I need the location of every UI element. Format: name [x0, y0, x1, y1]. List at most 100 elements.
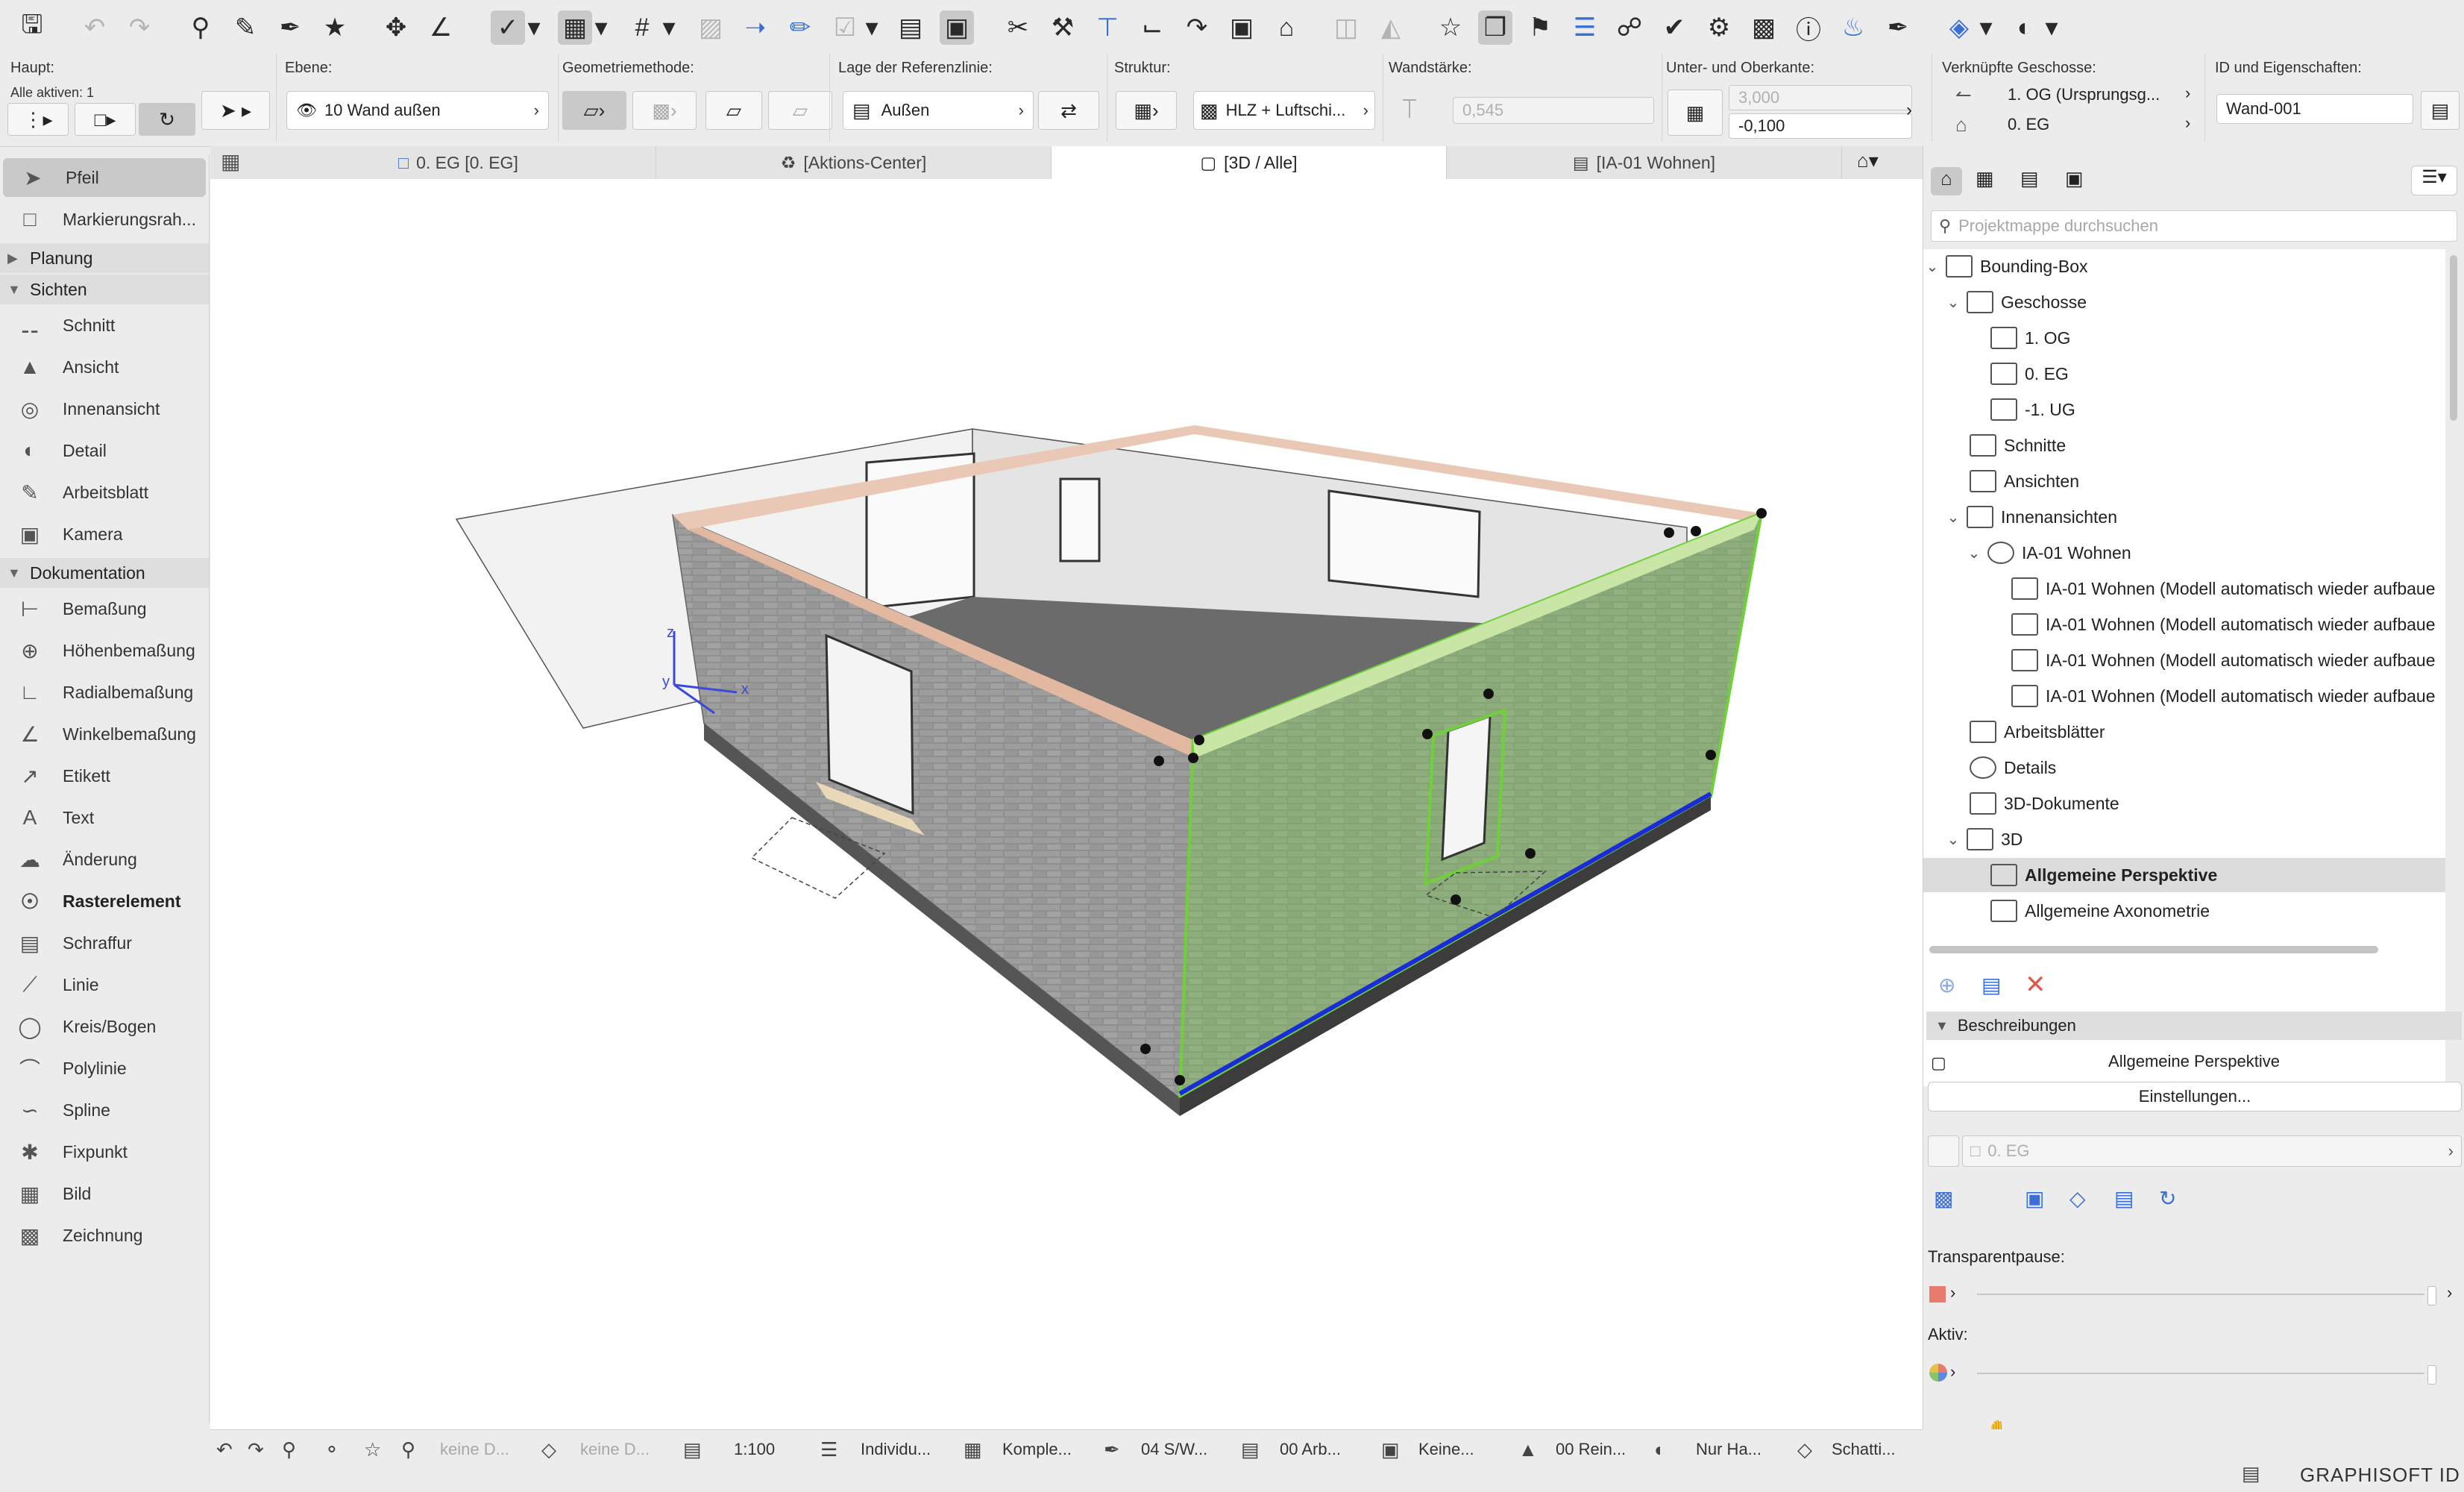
pen-set-icon[interactable]: ✒ [1104, 1432, 1128, 1467]
tool-linie[interactable]: ⟋ Linie [0, 965, 209, 1004]
intersect-icon[interactable]: ⊤ [1090, 10, 1125, 45]
group-dokumentation[interactable]: ▼ Dokumentation [0, 558, 209, 588]
adjust-icon[interactable]: ⚒ [1046, 10, 1080, 45]
tool-text[interactable]: A Text [0, 798, 209, 837]
tool-detail[interactable]: ◐ Detail [0, 431, 209, 470]
group-planung[interactable]: ▶ Planung [0, 243, 209, 273]
layer-combo-select[interactable]: Individu... [861, 1432, 931, 1467]
tree-item-3d-dokumente[interactable]: 3D-Dokumente [1965, 786, 2445, 821]
tree-item-ia-view[interactable]: IA-01 Wohnen (Modell automatisch wieder … [2007, 679, 2445, 713]
tree-item-1-og[interactable]: 1. OG [1986, 321, 2445, 355]
trapezoid-wall-button[interactable]: ▱ [705, 91, 762, 130]
arrow-mode-button[interactable]: ➤ ▸ [201, 91, 270, 130]
override-icon[interactable]: ▣ [1381, 1432, 1407, 1467]
rotate-reference-icon[interactable]: ◇ [2069, 1186, 2086, 1211]
project-map-icon[interactable]: ⌂ [1931, 167, 1962, 195]
tree-item-3d[interactable]: ⌄ 3D [1944, 822, 2445, 856]
fit-icon[interactable]: ⚲ [401, 1432, 423, 1467]
layer-select[interactable]: 👁 10 Wand außen › [286, 91, 549, 130]
status-d2[interactable]: keine D... [580, 1432, 650, 1467]
tree-item-details[interactable]: Details [1965, 750, 2445, 785]
selection-filter-button[interactable]: ⋮▸ [7, 103, 69, 136]
save-icon[interactable]: 🖫 [15, 10, 49, 45]
chevron-down-icon[interactable]: ▾ [864, 10, 880, 45]
render-icon[interactable]: ☍ [1612, 10, 1647, 45]
tree-item-ia-view[interactable]: IA-01 Wohnen (Modell automatisch wieder … [2007, 643, 2445, 677]
window-icon[interactable]: ▤ [2242, 1462, 2260, 1485]
tool-bild[interactable]: ▦ Bild [0, 1174, 209, 1213]
chevron-right-icon[interactable]: › [1906, 100, 1912, 121]
chevron-down-icon[interactable]: ▾ [2043, 10, 2060, 45]
chevron-right-icon[interactable]: › [1950, 1362, 1955, 1382]
reset-reference-icon[interactable]: ↻ [2159, 1186, 2176, 1211]
zoom-icon[interactable]: ⚲ [282, 1432, 304, 1467]
pick-up-icon[interactable]: ⚲ [183, 10, 218, 45]
tree-item-ia-01-wohnen[interactable]: ⌄ IA-01 Wohnen [1965, 536, 2445, 570]
tool-innenansicht[interactable]: ◎ Innenansicht [0, 389, 209, 428]
renovation-icon[interactable]: ▲ [1518, 1432, 1545, 1467]
home-story-value[interactable]: 0. EG [2008, 115, 2049, 134]
library-icon[interactable]: ❐ [1478, 10, 1512, 45]
cross-icon[interactable]: ✥ [379, 10, 413, 45]
complexity-icon[interactable]: ▦ [964, 1432, 990, 1467]
move-icon[interactable]: ➝ [738, 10, 773, 45]
tool-radialbemassung[interactable]: ∟ Radialbemaßung [0, 673, 209, 712]
marquee-filter-button[interactable]: □▸ [75, 103, 136, 136]
redo-icon[interactable]: ↷ [122, 10, 157, 45]
structure-display-icon[interactable]: ◐ [1654, 1432, 1673, 1467]
publisher-icon[interactable]: ▣ [2065, 167, 2084, 190]
transparency-slider[interactable] [1977, 1294, 2424, 1295]
tool-arbeitsblatt[interactable]: ✎ Arbeitsblatt [0, 473, 209, 512]
snap-guides-icon[interactable]: ✓ [491, 10, 525, 45]
tool-etikett[interactable]: ↗ Etikett [0, 756, 209, 795]
measure-icon[interactable]: ▤ [893, 10, 928, 45]
tab-overview-icon[interactable]: ▦ [221, 149, 240, 174]
tool-pfeil[interactable]: ➤ Pfeil [3, 158, 206, 197]
tool-ansicht[interactable]: ▲ Ansicht [0, 348, 209, 386]
fillet-icon[interactable]: ⌙ [1135, 10, 1169, 45]
tree-item-bounding-box[interactable]: ⌄ Bounding-Box [1923, 249, 2445, 283]
tree-item-schnitte[interactable]: Schnitte [1965, 428, 2445, 463]
height-icon[interactable]: ▦ [1668, 90, 1723, 136]
view-settings-icon[interactable]: ▤ [1981, 973, 2001, 997]
structure-display-select[interactable]: Nur Ha... [1696, 1432, 1761, 1467]
layout-book-icon[interactable]: ▤ [2020, 167, 2039, 190]
offset-icon[interactable]: ▣ [1225, 10, 1259, 45]
undo-view-icon[interactable]: ↶ [216, 1432, 240, 1467]
orbit-icon[interactable]: ⚬ [324, 1432, 348, 1467]
tool-bemassung[interactable]: ⊢ Bemaßung [0, 589, 209, 628]
status-d1[interactable]: keine D... [440, 1432, 509, 1467]
swap-reference-icon[interactable]: ▤ [2114, 1186, 2134, 1211]
chevron-right-icon[interactable]: › [2185, 84, 2190, 103]
straight-wall-button[interactable]: ▱› [562, 91, 626, 130]
teamwork-icon[interactable]: ◈ [1942, 10, 1976, 45]
chevron-down-icon[interactable]: ▾ [1978, 10, 1994, 45]
tree-item-ia-view[interactable]: IA-01 Wohnen (Modell automatisch wieder … [2007, 607, 2445, 642]
properties-icon[interactable]: ▤ [2421, 91, 2460, 130]
inject-icon[interactable]: ✒ [273, 10, 307, 45]
chevron-down-icon[interactable]: ▾ [593, 10, 609, 45]
graphisoft-id[interactable]: GRAPHISOFT ID [2300, 1464, 2460, 1487]
slider-thumb[interactable] [2427, 1365, 2436, 1385]
tool-hoehenbemassung[interactable]: ⊕ Höhenbemaßung [0, 631, 209, 670]
tool-winkelbemassung[interactable]: ∠ Winkelbemaßung [0, 715, 209, 753]
eyedropper-icon[interactable]: ✎ [228, 10, 263, 45]
project-search-input[interactable]: ⚲ Projektmappe durchsuchen [1931, 210, 2457, 242]
snap-points-icon[interactable]: ▦ [558, 10, 592, 45]
selection-icon[interactable]: ☑ [828, 10, 862, 45]
grid-icon[interactable]: # [625, 10, 659, 45]
tool-fixpunkt[interactable]: ✱ Fixpunkt [0, 1132, 209, 1171]
tool-kamera[interactable]: ▣ Kamera [0, 515, 209, 554]
layers-icon[interactable]: ◫ [1329, 10, 1363, 45]
render-icon[interactable]: ⚙ [1702, 10, 1736, 45]
tree-item-0-eg[interactable]: 0. EG [1986, 357, 2445, 391]
redo-view-icon[interactable]: ↷ [248, 1432, 271, 1467]
tool-schnitt[interactable]: ⚋ Schnitt [0, 306, 209, 345]
render-icon[interactable]: ♨ [1836, 10, 1870, 45]
tool-markierungsrahmen[interactable]: □ Markierungsrah... [0, 200, 209, 239]
tree-horizontal-scrollbar[interactable] [1929, 946, 2378, 953]
chevron-right-icon[interactable]: › [1950, 1283, 1955, 1303]
walk-icon[interactable]: ☆ [364, 1432, 389, 1467]
tool-rasterelement[interactable]: ☉ Rasterelement [0, 882, 209, 921]
offset-icon[interactable]: ↷ [1180, 10, 1214, 45]
